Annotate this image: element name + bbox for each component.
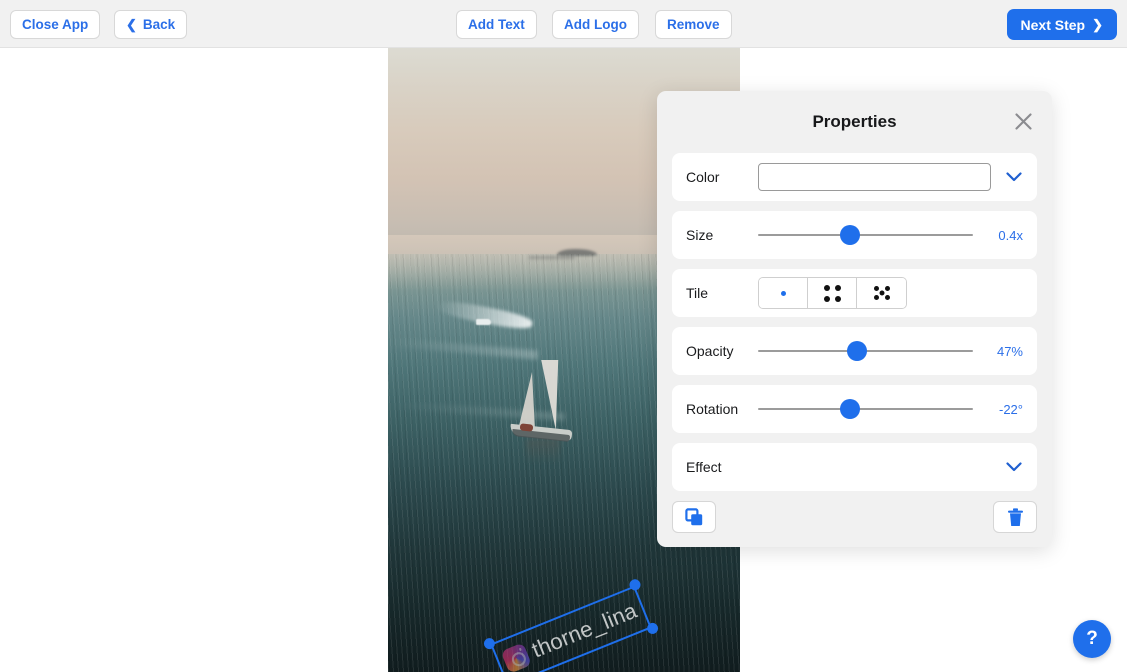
opacity-value: 47% [996, 343, 1023, 359]
five-dot-quincunx-icon [871, 285, 893, 301]
opacity-slider-thumb[interactable] [846, 341, 867, 361]
size-value: 0.4x [998, 227, 1023, 243]
duplicate-button[interactable] [672, 501, 716, 533]
close-app-button[interactable]: Close App [10, 10, 101, 39]
property-row-size: Size 0.4x [672, 211, 1037, 259]
rotation-slider-track [758, 408, 973, 410]
property-row-effect[interactable]: Effect [672, 443, 1037, 491]
question-mark-icon: ? [1086, 628, 1098, 649]
single-dot-icon [780, 290, 786, 296]
tile-option-group [758, 277, 907, 309]
add-text-label: Add Text [468, 17, 525, 32]
color-swatch-input[interactable] [758, 163, 991, 191]
back-button[interactable]: ❮ Back [114, 10, 188, 39]
add-text-button[interactable]: Add Text [456, 10, 537, 39]
properties-panel-header: Properties [657, 91, 1052, 153]
add-logo-label: Add Logo [564, 17, 627, 32]
property-row-color: Color [672, 153, 1037, 201]
delete-button[interactable] [993, 501, 1037, 533]
sailboat-mainsail [534, 360, 559, 430]
next-step-button[interactable]: Next Step ❯ [1006, 9, 1117, 40]
rotation-slider[interactable] [758, 399, 973, 419]
top-toolbar: Close App ❮ Back Add Text Add Logo Remov… [0, 0, 1127, 48]
four-dot-grid-icon [823, 284, 841, 302]
chevron-left-icon: ❮ [126, 17, 137, 32]
property-row-opacity: Opacity 47% [672, 327, 1037, 375]
rotation-slider-thumb[interactable] [840, 399, 861, 419]
close-app-label: Close App [22, 17, 89, 32]
properties-panel: Properties Color Size 0.4x Tile Opacity … [657, 91, 1052, 547]
chevron-down-icon[interactable] [1005, 168, 1023, 186]
tile-scatter-button[interactable] [857, 278, 906, 308]
color-label: Color [686, 169, 720, 185]
tile-label: Tile [686, 285, 709, 301]
trash-icon [1007, 507, 1023, 526]
property-row-tile: Tile [672, 269, 1037, 317]
add-logo-button[interactable]: Add Logo [552, 10, 639, 39]
duplicate-icon [684, 507, 702, 525]
effect-label: Effect [686, 459, 722, 475]
photo-sailboat [506, 360, 580, 463]
size-slider-thumb[interactable] [840, 225, 861, 245]
app-root: Close App ❮ Back Add Text Add Logo Remov… [0, 0, 1127, 672]
chevron-right-icon: ❯ [1092, 17, 1103, 32]
size-slider-track [758, 234, 973, 236]
rotation-label: Rotation [686, 401, 739, 417]
sailboat-crew [519, 423, 534, 432]
property-row-rotation: Rotation -22° [672, 385, 1037, 433]
size-label: Size [686, 227, 714, 243]
panel-action-bar [672, 501, 1037, 533]
remove-label: Remove [667, 17, 720, 32]
help-button[interactable]: ? [1073, 620, 1111, 658]
close-icon[interactable] [1010, 108, 1036, 134]
sailboat-reflection [525, 439, 560, 463]
rotation-value: -22° [999, 401, 1023, 417]
panel-title: Properties [812, 112, 897, 131]
next-step-label: Next Step [1020, 16, 1086, 33]
instagram-icon [500, 642, 532, 672]
chevron-down-icon[interactable] [1005, 458, 1023, 476]
photo-motorboat [476, 318, 491, 325]
opacity-slider[interactable] [758, 341, 973, 361]
size-slider[interactable] [758, 225, 973, 245]
remove-button[interactable]: Remove [655, 10, 732, 39]
sailboat-jib [517, 372, 535, 430]
tile-grid-button[interactable] [808, 278, 857, 308]
back-label: Back [142, 17, 176, 32]
opacity-label: Opacity [686, 343, 734, 359]
tile-single-button[interactable] [759, 278, 808, 308]
